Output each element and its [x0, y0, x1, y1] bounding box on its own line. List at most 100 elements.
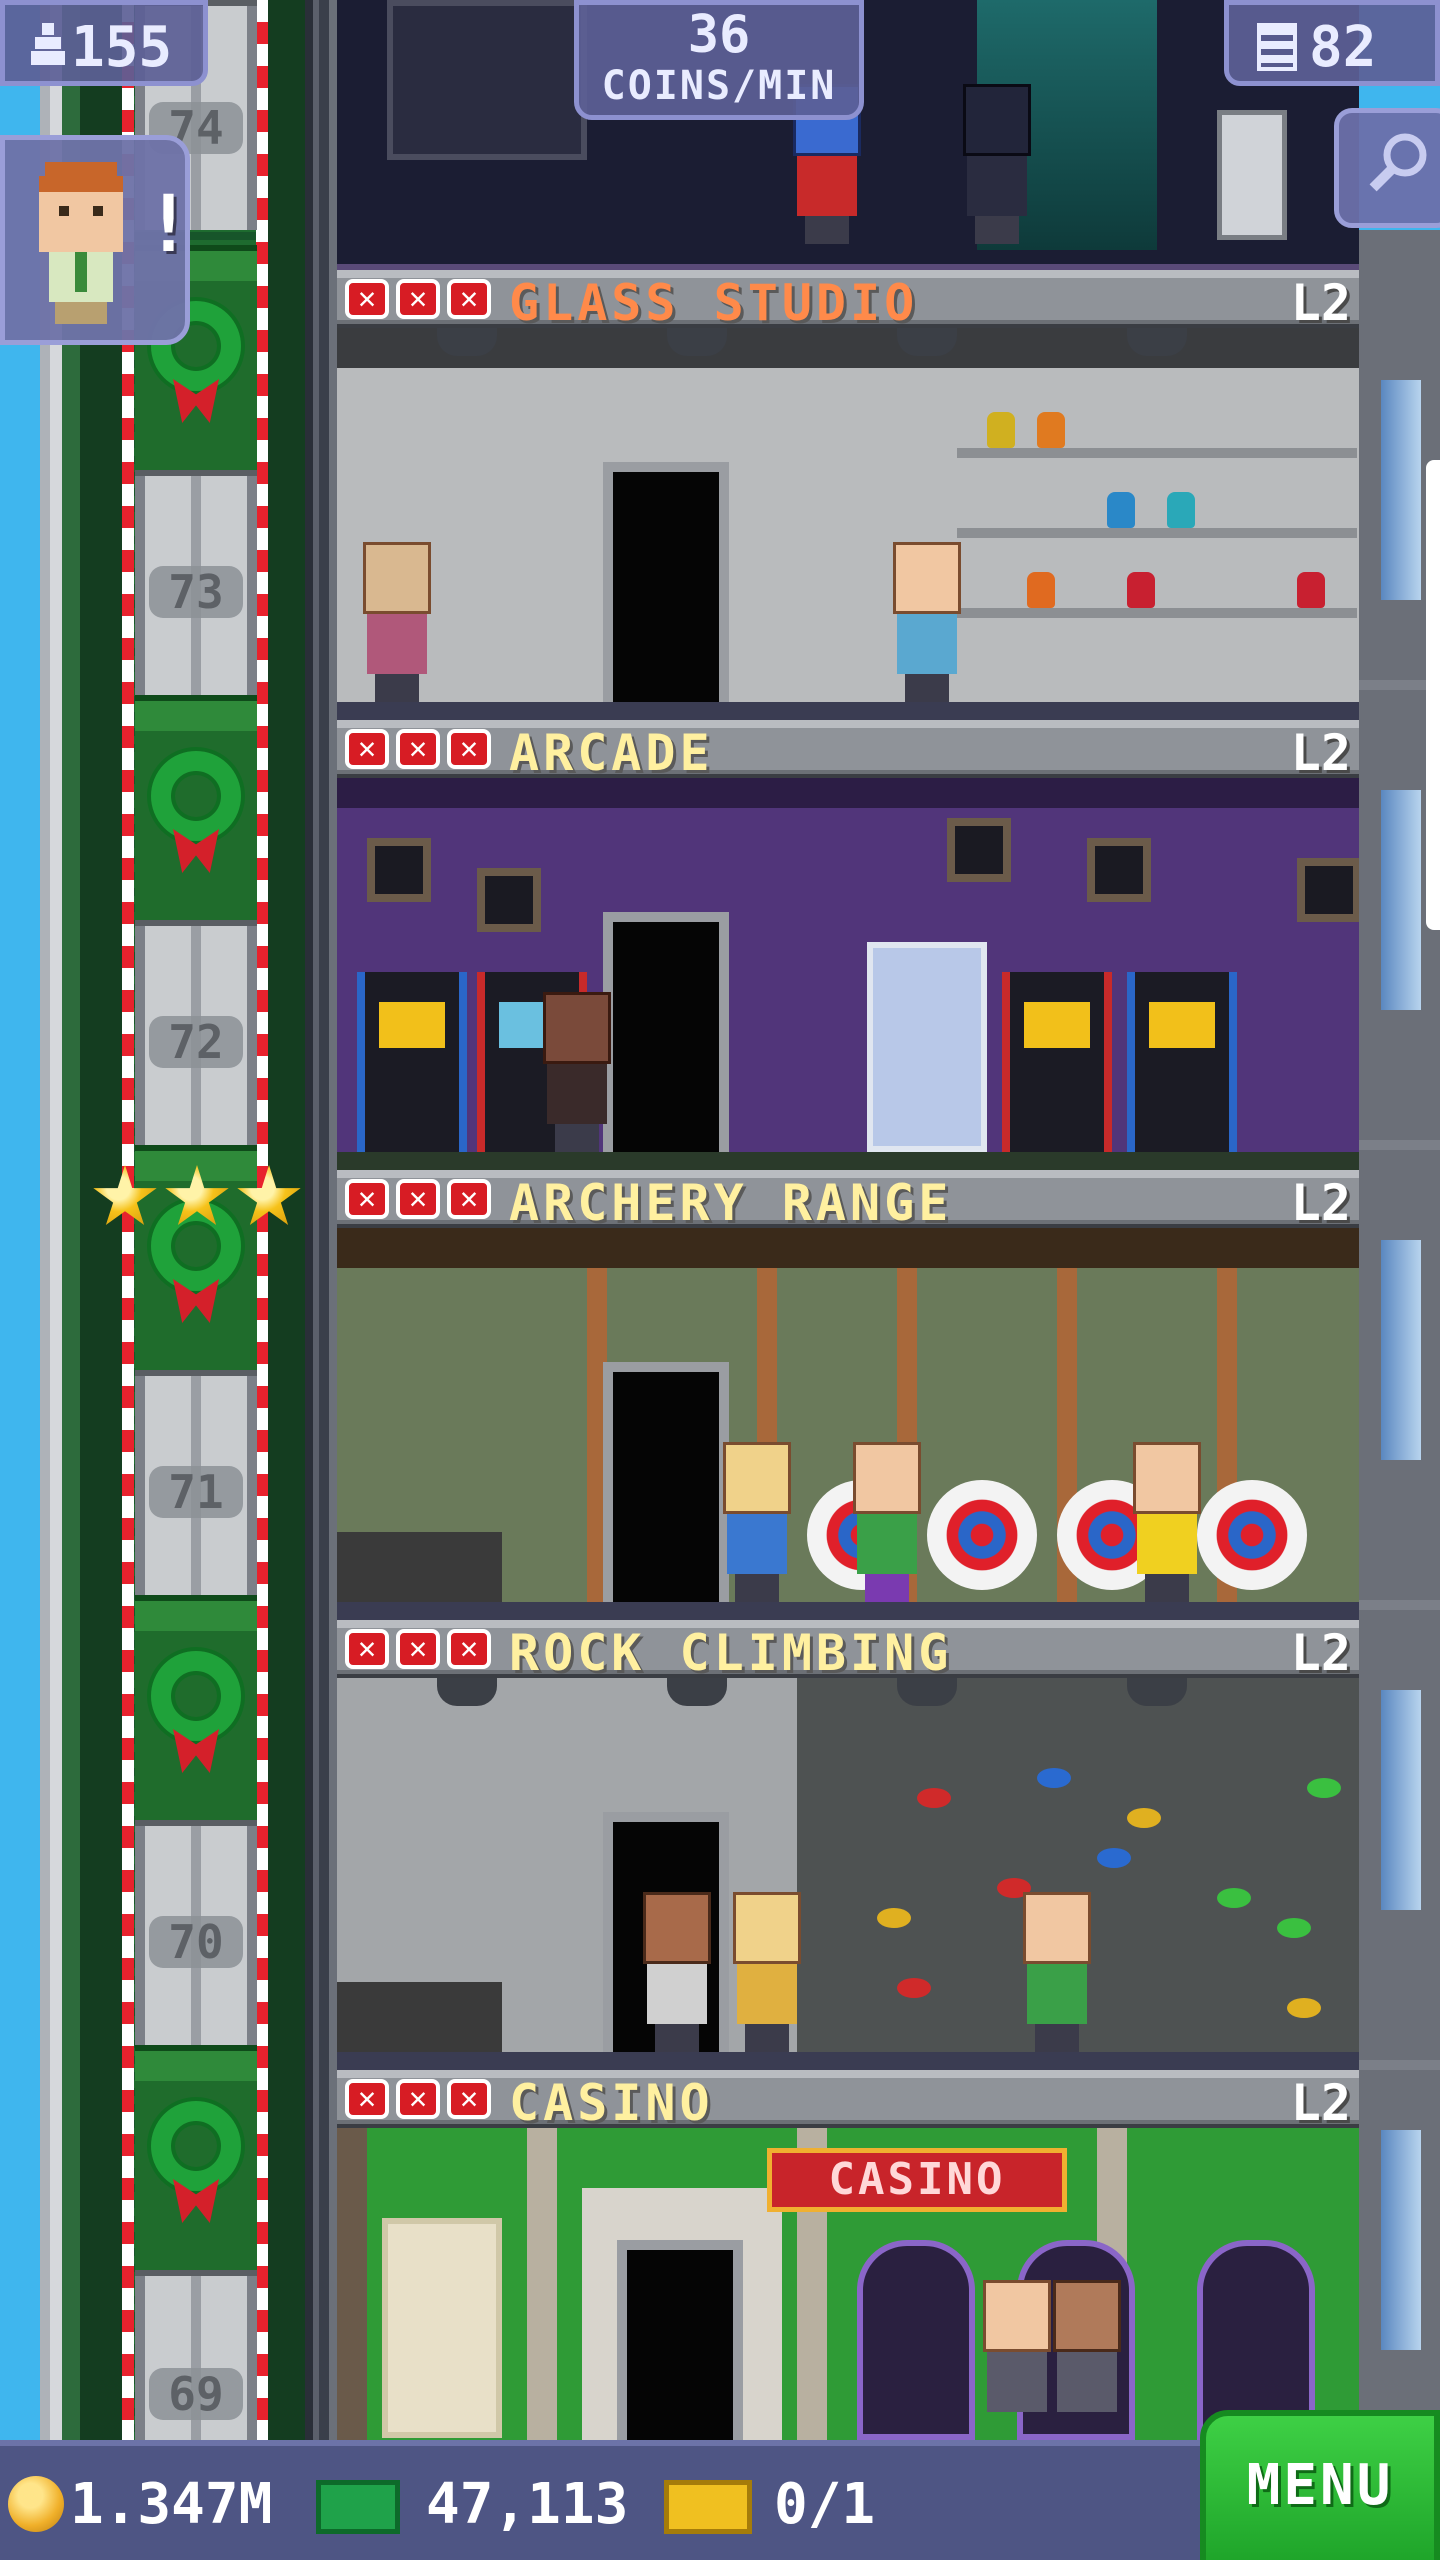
bitizen[interactable]: [637, 1892, 717, 2052]
bottom-status-bar: 1.347M 47,113 0/1 MENU: [0, 2410, 1440, 2560]
floor-header[interactable]: ✕ ✕ ✕ GLASS STUDIO L2: [337, 270, 1359, 332]
floor-level: L2: [1290, 2074, 1351, 2132]
sold-out-x-icon: ✕: [396, 1179, 440, 1219]
tickets-value[interactable]: 0/1: [774, 2472, 875, 2537]
elevator-floor-73[interactable]: 73: [135, 470, 257, 695]
coins-value[interactable]: 1.347M: [70, 2472, 272, 2537]
glass-vase: [1037, 412, 1065, 448]
poster-frame: [387, 0, 587, 160]
sold-out-x-icon: ✕: [345, 1179, 389, 1219]
room-interior[interactable]: [337, 1678, 1359, 2070]
bitizen[interactable]: [887, 542, 967, 702]
stock-status: ✕ ✕ ✕: [345, 279, 498, 319]
scroll-indicator[interactable]: [1426, 460, 1440, 930]
floor-name: ROCK CLIMBING: [509, 1624, 953, 1682]
income-value: 36: [687, 5, 751, 65]
wall-poster: [367, 838, 431, 902]
wreath-decoration: [135, 1595, 257, 1820]
floor-baseboard: [337, 2052, 1359, 2070]
bitizen[interactable]: [727, 1892, 807, 2052]
stock-status: ✕ ✕ ✕: [345, 729, 498, 769]
stock-status: ✕ ✕ ✕: [345, 1629, 498, 1669]
exterior-window: [1381, 1690, 1421, 1910]
population-counter[interactable]: 155: [0, 0, 208, 86]
wreath-icon: [151, 1651, 241, 1741]
floor-glass-studio[interactable]: ✕ ✕ ✕ GLASS STUDIO L2: [337, 270, 1359, 720]
sold-out-x-icon: ✕: [345, 729, 389, 769]
room-interior[interactable]: [337, 1228, 1359, 1620]
elevator-floor-71[interactable]: 71: [135, 1370, 257, 1595]
room-interior[interactable]: [337, 778, 1359, 1170]
sold-out-x-icon: ✕: [447, 279, 491, 319]
magnifier-icon: [1369, 133, 1427, 192]
ceiling-lamp: [897, 1678, 957, 1706]
glass-vase: [987, 412, 1015, 448]
floor-header[interactable]: ✕ ✕ ✕ ROCK CLIMBING L2: [337, 1620, 1359, 1682]
ceiling-lamp: [1127, 1678, 1187, 1706]
climbing-hold: [1217, 1888, 1251, 1908]
wall-pillar: [337, 2128, 367, 2440]
bux-icon: [316, 2480, 400, 2534]
floor-archery-range[interactable]: ✕ ✕ ✕ ARCHERY RANGE L2: [337, 1170, 1359, 1620]
floor-number: 69: [149, 2368, 243, 2420]
climbing-hold: [1097, 1848, 1131, 1868]
climbing-hold: [897, 1978, 931, 1998]
elevator-floor-69[interactable]: 69: [135, 2270, 257, 2440]
elevator-floor-72[interactable]: 72: [135, 920, 257, 1145]
exterior-window: [1381, 790, 1421, 1010]
bitizen[interactable]: [1047, 2280, 1127, 2440]
alert-exclamation: !: [145, 180, 192, 270]
floor-count[interactable]: 82: [1224, 0, 1440, 86]
floor-header[interactable]: ✕ ✕ ✕ CASINO L2: [337, 2070, 1359, 2132]
room-interior[interactable]: CASINO: [337, 2128, 1359, 2440]
ceiling-lamp: [667, 1678, 727, 1706]
wall-poster: [1087, 838, 1151, 902]
counter: [337, 1532, 502, 1602]
income-display[interactable]: 36 COINS/MIN: [574, 0, 864, 120]
sold-out-x-icon: ✕: [447, 729, 491, 769]
floor-header[interactable]: ✕ ✕ ✕ ARCHERY RANGE L2: [337, 1170, 1359, 1232]
bitizen[interactable]: [977, 2280, 1057, 2440]
bitizen[interactable]: [717, 1442, 797, 1602]
room-door: [603, 1362, 729, 1602]
bitizen[interactable]: [957, 84, 1037, 244]
income-unit: COINS/MIN: [601, 63, 837, 109]
bitizen-alert-button[interactable]: !: [0, 135, 192, 345]
elevator-floor-70[interactable]: 70: [135, 1820, 257, 2045]
floor-rock-climbing[interactable]: ✕ ✕ ✕ ROCK CLIMBING L2: [337, 1620, 1359, 2070]
ceiling-lamp: [667, 328, 727, 356]
bitizen-avatar: [39, 162, 123, 324]
bitizen[interactable]: [1127, 1442, 1207, 1602]
search-button[interactable]: [1334, 108, 1440, 228]
floor-header[interactable]: ✕ ✕ ✕ ARCADE L2: [337, 720, 1359, 782]
bux-value[interactable]: 47,113: [426, 2472, 628, 2537]
floor-number: 72: [149, 1016, 243, 1068]
floor-baseboard: [337, 1152, 1359, 1170]
population-value: 155: [71, 15, 173, 80]
wreath-icon: [151, 2101, 241, 2191]
sold-out-x-icon: ✕: [396, 729, 440, 769]
arcade-cabinet: [1002, 972, 1112, 1152]
sold-out-x-icon: ✕: [345, 2079, 389, 2119]
menu-button[interactable]: MENU: [1200, 2410, 1440, 2560]
wall-poster: [477, 868, 541, 932]
stock-status: ✕ ✕ ✕: [345, 1179, 498, 1219]
bitizen[interactable]: [847, 1442, 927, 1602]
bitizen[interactable]: [537, 992, 617, 1152]
room-door: [603, 462, 729, 702]
coin-icon: [8, 2476, 64, 2532]
bitizen[interactable]: [1017, 1892, 1097, 2052]
atm-machine: [1217, 110, 1287, 240]
floor-name: ARCADE: [509, 724, 714, 782]
floor-casino[interactable]: ✕ ✕ ✕ CASINO L2 CASINO: [337, 2070, 1359, 2440]
floor-count-value: 82: [1309, 15, 1377, 80]
room-interior[interactable]: [337, 328, 1359, 720]
exterior-window: [1381, 2130, 1421, 2350]
bitizen[interactable]: [357, 542, 437, 702]
floor-arcade[interactable]: ✕ ✕ ✕ ARCADE L2: [337, 720, 1359, 1170]
shelf: [957, 448, 1357, 458]
stock-status: ✕ ✕ ✕: [345, 2079, 498, 2119]
counter: [337, 1982, 502, 2052]
floor-number: 70: [149, 1916, 243, 1968]
shaft-wall: [40, 0, 80, 2440]
